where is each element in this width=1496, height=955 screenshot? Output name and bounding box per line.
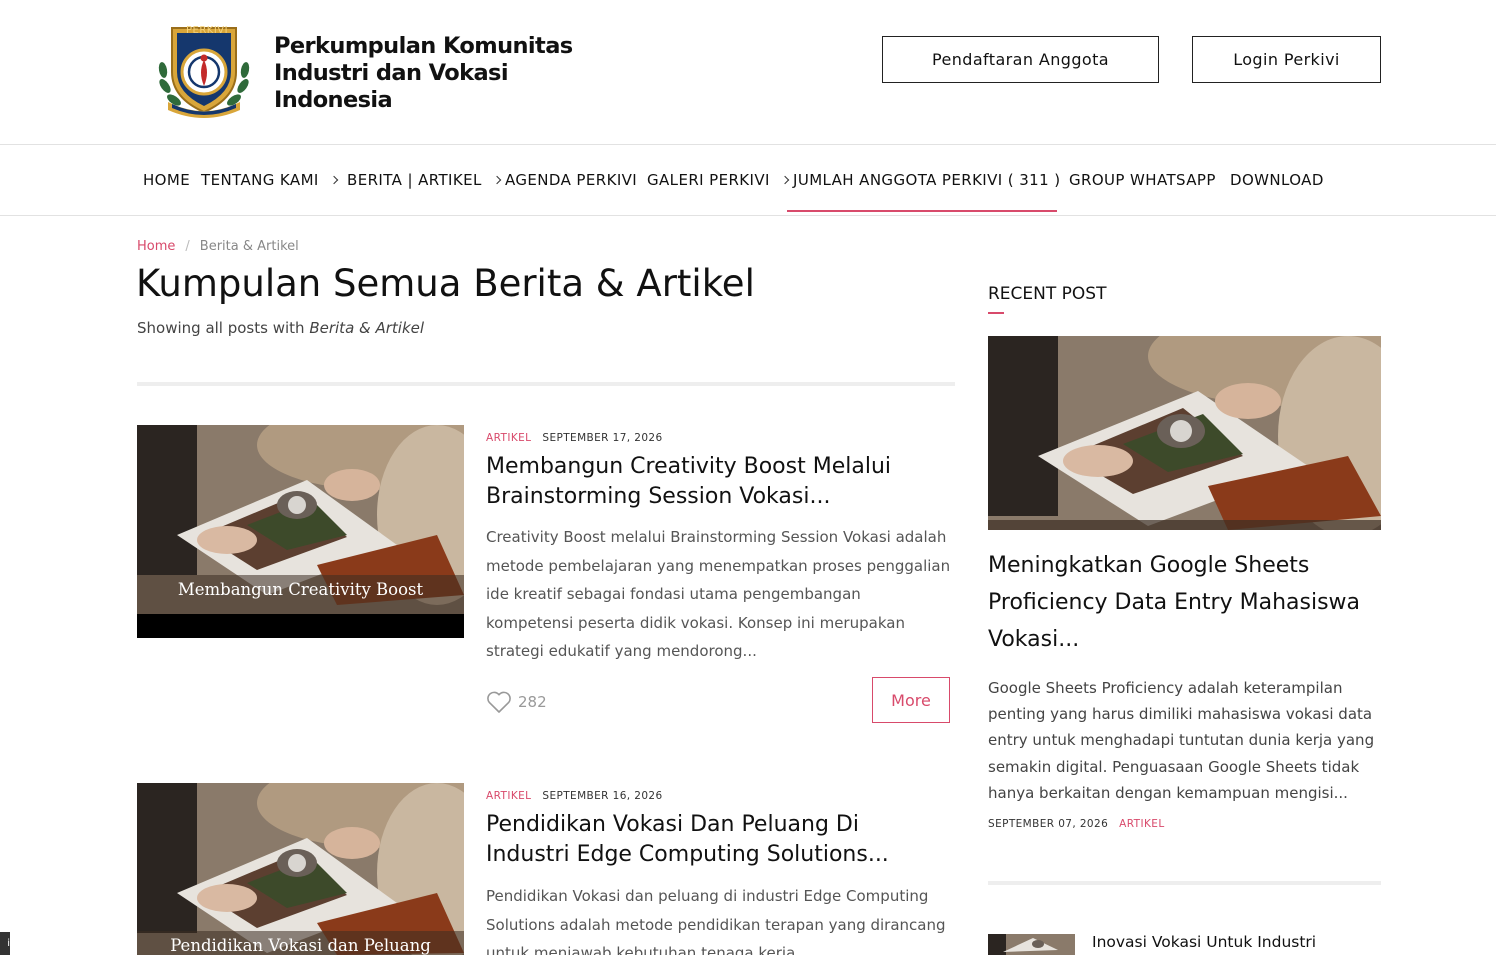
- content-divider: [137, 382, 955, 386]
- nav-item-label: GALERI PERKIVI: [647, 171, 770, 189]
- page-title: Kumpulan Semua Berita & Artikel: [136, 262, 755, 305]
- nav-item-agenda[interactable]: AGENDA PERKIVI: [505, 171, 637, 189]
- breadcrumb: Home / Berita & Artikel: [137, 239, 299, 254]
- post-thumbnail[interactable]: Pendidikan Vokasi dan Peluang: [137, 783, 464, 955]
- nav-item-group-whatsapp[interactable]: GROUP WHATSAPP: [1069, 171, 1216, 189]
- member-registration-button[interactable]: Pendaftaran Anggota: [882, 36, 1159, 83]
- nav-item-home[interactable]: HOME: [143, 171, 190, 189]
- breadcrumb-home-link[interactable]: Home: [137, 239, 175, 254]
- post-thumbnail[interactable]: Membangun Creativity Boost: [137, 425, 464, 638]
- nav-item-berita-artikel[interactable]: BERITA | ARTIKEL: [347, 171, 501, 189]
- post-title-link[interactable]: Membangun Creativity Boost Melalui Brain…: [486, 452, 946, 512]
- post-title-link[interactable]: Pendidikan Vokasi Dan Peluang Di Industr…: [486, 810, 946, 870]
- showing-posts-label: Showing all posts with Berita & Artikel: [137, 319, 424, 337]
- side-tab[interactable]: i: [0, 932, 10, 955]
- org-name-line-1: Perkumpulan Komunitas: [274, 33, 573, 59]
- post-title-line-1: Pendidikan Vokasi Dan Peluang Di: [486, 812, 859, 837]
- post-category-link[interactable]: ARTIKEL: [486, 432, 531, 444]
- featured-post-date: SEPTEMBER 07, 2026: [988, 818, 1109, 830]
- chevron-right-icon: [329, 175, 338, 185]
- nav-item-download[interactable]: DOWNLOAD: [1230, 171, 1324, 189]
- featured-post-category-link[interactable]: ARTIKEL: [1119, 818, 1164, 830]
- nav-item-label: HOME: [143, 171, 191, 189]
- like-button[interactable]: 282: [486, 690, 547, 714]
- nav-active-indicator: [787, 210, 1057, 212]
- post-title-line-2: Industri Edge Computing Solutions...: [486, 842, 889, 867]
- nav-item-label: TENTANG KAMI: [201, 171, 319, 189]
- post-meta: ARTIKEL SEPTEMBER 17, 2026: [486, 432, 663, 444]
- nav-item-label: JUMLAH ANGGOTA PERKIVI ( 311 ): [793, 171, 1061, 189]
- chevron-right-icon: [492, 175, 501, 185]
- logo-text: PERKIVI: [186, 25, 229, 36]
- heart-icon: [487, 691, 511, 713]
- sidebar-heading-underline: [988, 312, 1004, 314]
- post-category-link[interactable]: ARTIKEL: [486, 790, 531, 802]
- recent-post-thumbnail[interactable]: [988, 934, 1075, 955]
- post-excerpt: Pendidikan Vokasi dan peluang di industr…: [486, 887, 946, 955]
- site-header: PERKIVI Perkumpulan Komunitas Industri d…: [0, 0, 1496, 145]
- nav-item-jumlah-anggota[interactable]: JUMLAH ANGGOTA PERKIVI ( 311 ): [793, 171, 1060, 189]
- nav-item-galeri[interactable]: GALERI PERKIVI: [647, 171, 790, 189]
- showing-prefix: Showing all posts with: [137, 319, 305, 337]
- featured-post-meta: SEPTEMBER 07, 2026 ARTIKEL: [988, 818, 1165, 830]
- post-title-line-2: Brainstorming Session Vokasi...: [486, 484, 831, 509]
- sidebar-divider: [988, 881, 1381, 885]
- post-excerpt: Creativity Boost melalui Brainstorming S…: [486, 528, 951, 660]
- nav-item-label: BERITA | ARTIKEL: [347, 171, 482, 189]
- perkivi-logo[interactable]: PERKIVI: [154, 20, 254, 120]
- login-button[interactable]: Login Perkivi: [1192, 36, 1381, 83]
- nav-item-tentang-kami[interactable]: TENTANG KAMI: [201, 171, 338, 189]
- post-title-line-1: Membangun Creativity Boost Melalui: [486, 454, 892, 479]
- like-count: 282: [518, 693, 547, 711]
- post-meta: ARTIKEL SEPTEMBER 16, 2026: [486, 790, 663, 802]
- nav-item-label: DOWNLOAD: [1230, 171, 1324, 189]
- featured-post-title-link[interactable]: Meningkatkan Google Sheets Proficiency D…: [988, 547, 1383, 658]
- post-date: SEPTEMBER 17, 2026: [542, 432, 663, 444]
- main-navigation: HOME TENTANG KAMI BERITA | ARTIKEL AGEND…: [0, 146, 1496, 216]
- sidebar-heading: RECENT POST: [988, 284, 1107, 304]
- nav-item-label: AGENDA PERKIVI: [505, 171, 638, 189]
- featured-post-thumbnail[interactable]: [988, 336, 1381, 530]
- organization-name[interactable]: Perkumpulan Komunitas Industri dan Vokas…: [274, 33, 584, 114]
- showing-category: Berita & Artikel: [309, 319, 425, 337]
- post-date: SEPTEMBER 16, 2026: [542, 790, 663, 802]
- recent-post-title-link[interactable]: Inovasi Vokasi Untuk Industri: [1092, 933, 1316, 951]
- org-name-line-3: Indonesia: [274, 87, 393, 113]
- breadcrumb-current: Berita & Artikel: [199, 239, 299, 254]
- breadcrumb-separator: /: [185, 239, 190, 254]
- thumbnail-caption: Membangun Creativity Boost: [177, 580, 424, 599]
- chevron-right-icon: [780, 175, 790, 185]
- read-more-button[interactable]: More: [872, 677, 950, 723]
- nav-item-label: GROUP WHATSAPP: [1069, 171, 1216, 189]
- thumbnail-caption: Pendidikan Vokasi dan Peluang: [170, 936, 431, 955]
- featured-post-excerpt: Google Sheets Proficiency adalah keteram…: [988, 679, 1375, 802]
- org-name-line-2: Industri dan Vokasi: [274, 60, 509, 86]
